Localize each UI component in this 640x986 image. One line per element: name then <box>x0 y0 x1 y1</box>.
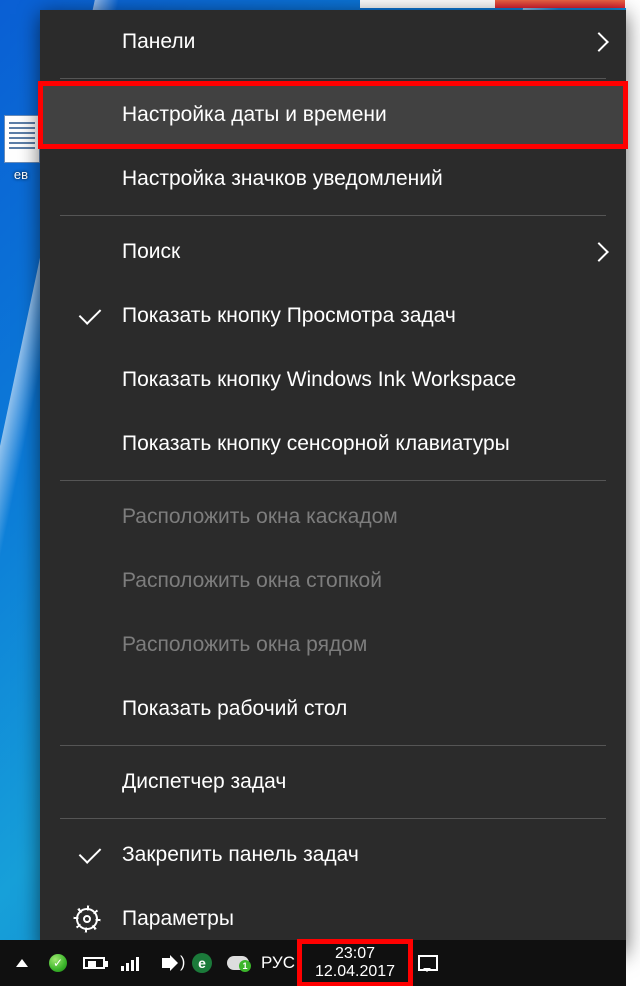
menu-separator <box>60 480 606 481</box>
desktop-file-icon[interactable]: ев <box>4 115 38 182</box>
document-icon <box>4 115 40 163</box>
taskbar-clock[interactable]: 23:07 12.04.2017 <box>300 942 410 984</box>
menu-item[interactable]: Показать кнопку сенсорной клавиатуры <box>40 412 626 476</box>
menu-separator <box>60 215 606 216</box>
menu-item[interactable]: Показать кнопку Windows Ink Workspace <box>40 348 626 412</box>
menu-item[interactable]: Показать кнопку Просмотра задач <box>40 284 626 348</box>
language-indicator[interactable]: РУС <box>256 953 300 973</box>
chevron-right-icon <box>589 32 609 52</box>
menu-item-label: Поиск <box>122 240 180 264</box>
menu-item: Расположить окна каскадом <box>40 485 626 549</box>
menu-separator <box>60 818 606 819</box>
menu-separator <box>60 78 606 79</box>
menu-item[interactable]: Поиск <box>40 220 626 284</box>
menu-item[interactable]: Диспетчер задач <box>40 750 626 814</box>
menu-item-label: Настройка значков уведомлений <box>122 167 443 191</box>
security-icon[interactable] <box>40 940 76 986</box>
taskbar-context-menu: Панели Настройка даты и времени Настройка … <box>40 10 626 951</box>
menu-item[interactable]: Закрепить панель задач <box>40 823 626 887</box>
system-tray: e 1 <box>4 940 256 986</box>
menu-item[interactable]: Панели <box>40 10 626 74</box>
menu-item: Расположить окна стопкой <box>40 549 626 613</box>
menu-item-label: Параметры <box>122 907 234 931</box>
menu-item-label: Закрепить панель задач <box>122 843 359 867</box>
chevron-right-icon <box>589 242 609 262</box>
desktop-icon-label: ев <box>4 167 38 182</box>
menu-item-label: Панели <box>122 30 195 54</box>
menu-separator <box>60 745 606 746</box>
volume-icon[interactable] <box>148 940 184 986</box>
cloud-sync-icon[interactable]: 1 <box>220 940 256 986</box>
menu-item-label: Настройка даты и времени <box>122 103 387 127</box>
network-icon[interactable] <box>112 940 148 986</box>
tray-overflow-icon[interactable] <box>4 940 40 986</box>
check-icon <box>79 302 102 325</box>
check-icon <box>79 841 102 864</box>
menu-item-label: Расположить окна стопкой <box>122 569 382 593</box>
clock-date: 12.04.2017 <box>302 963 408 981</box>
menu-item: Расположить окна рядом <box>40 613 626 677</box>
action-center-icon[interactable] <box>410 955 446 971</box>
battery-icon[interactable] <box>76 940 112 986</box>
menu-item-label: Показать кнопку Просмотра задач <box>122 304 456 328</box>
menu-item-label: Показать кнопку сенсорной клавиатуры <box>122 432 510 456</box>
clock-time: 23:07 <box>302 945 408 963</box>
menu-item-label: Диспетчер задач <box>122 770 286 794</box>
menu-item-label: Показать рабочий стол <box>122 697 347 721</box>
menu-item[interactable]: Показать рабочий стол <box>40 677 626 741</box>
menu-item-label: Показать кнопку Windows Ink Workspace <box>122 368 516 392</box>
menu-item-label: Расположить окна каскадом <box>122 505 398 529</box>
gear-icon <box>76 908 98 930</box>
menu-item[interactable]: Настройка даты и времени <box>40 83 626 147</box>
taskbar[interactable]: e 1 РУС 23:07 12.04.2017 <box>0 940 626 986</box>
eset-icon[interactable]: e <box>184 940 220 986</box>
menu-item-label: Расположить окна рядом <box>122 633 367 657</box>
menu-item[interactable]: Настройка значков уведомлений <box>40 147 626 211</box>
